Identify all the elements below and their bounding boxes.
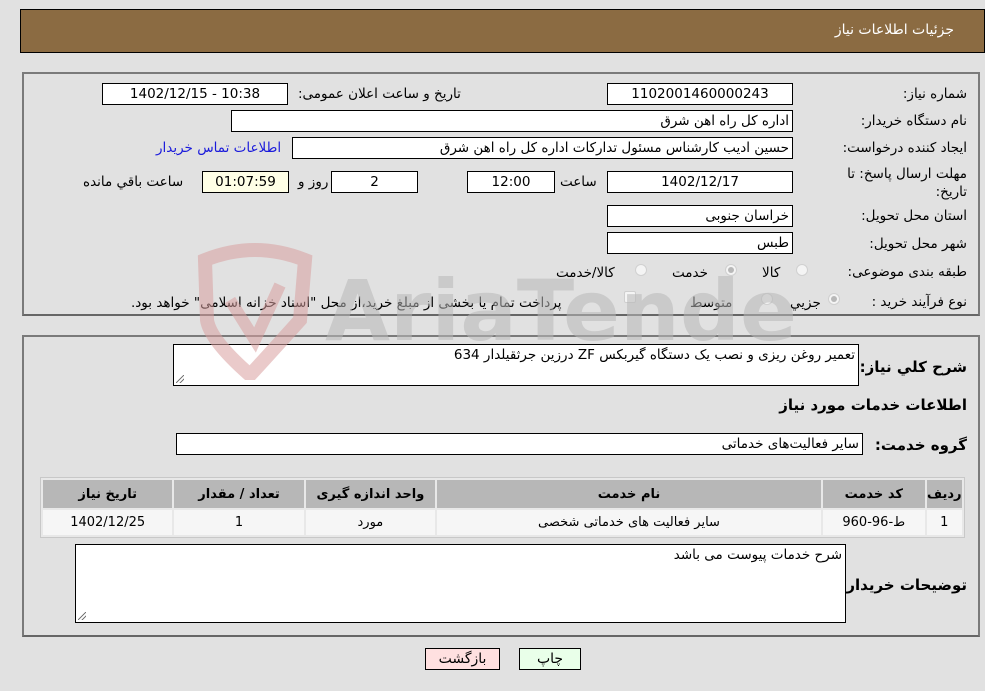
need-number-field: 1102001460000243 bbox=[607, 83, 793, 105]
need-info-panel bbox=[22, 72, 980, 316]
announce-label: تاریخ و ساعت اعلان عمومی: bbox=[298, 86, 461, 102]
col-header-service-code: کد خدمت bbox=[822, 480, 925, 508]
days-label: روز و bbox=[298, 174, 329, 190]
cell-quantity: 1 bbox=[174, 510, 304, 535]
buyer-notes-textarea[interactable]: شرح خدمات پیوست می باشد bbox=[75, 544, 846, 623]
buyer-notes-label: توضیحات خریدار: bbox=[840, 576, 967, 594]
cell-service-name: سایر فعالیت های خدماتی شخصی bbox=[437, 510, 821, 535]
time-label: ساعت bbox=[560, 174, 597, 190]
cell-unit: مورد bbox=[305, 510, 436, 535]
cell-service-code: ط-96-960 bbox=[822, 510, 925, 535]
need-number-label: شماره نیاز: bbox=[902, 86, 967, 102]
treasury-checkbox[interactable] bbox=[624, 291, 636, 303]
col-header-need-date: تاریخ نیاز bbox=[43, 480, 173, 508]
remaining-time-label: ساعت باقي مانده bbox=[83, 174, 184, 190]
city-field: طبس bbox=[607, 232, 793, 254]
deadline-time-field: 12:00 bbox=[467, 171, 555, 193]
table-header-row: ردیف کد خدمت نام خدمت واحد اندازه گیری ت… bbox=[43, 480, 962, 508]
resize-grip-icon[interactable] bbox=[176, 375, 184, 383]
page-header: جزئیات اطلاعات نیاز bbox=[20, 9, 985, 53]
category-radio-service[interactable] bbox=[725, 264, 737, 276]
col-header-quantity: تعداد / مقدار bbox=[174, 480, 304, 508]
purchase-type-radio-minor[interactable] bbox=[828, 293, 840, 305]
buyer-contact-link[interactable]: اطلاعات تماس خریدار bbox=[156, 140, 281, 156]
category-radio-goods-service[interactable] bbox=[635, 264, 647, 276]
summary-text: تعمیر روغن ریزی و نصب یک دستگاه گیربکس Z… bbox=[453, 347, 855, 363]
cell-need-date: 1402/12/25 bbox=[43, 510, 173, 535]
province-label: استان محل تحویل: bbox=[861, 208, 967, 224]
announce-datetime-field: 1402/12/15 - 10:38 bbox=[102, 83, 288, 105]
print-button[interactable]: چاپ bbox=[519, 648, 581, 670]
deadline-date-field: 1402/12/17 bbox=[607, 171, 793, 193]
table-row: 1 ط-96-960 سایر فعالیت های خدماتی شخصی م… bbox=[43, 510, 962, 535]
category-option-service: خدمت bbox=[672, 265, 708, 281]
summary-textarea[interactable]: تعمیر روغن ریزی و نصب یک دستگاه گیربکس Z… bbox=[173, 344, 859, 386]
service-group-field: سایر فعالیت‌های خدماتی bbox=[176, 433, 863, 455]
back-button[interactable]: بازگشت bbox=[425, 648, 500, 670]
category-label: طبقه بندی موضوعی: bbox=[847, 264, 967, 280]
services-heading: اطلاعات خدمات مورد نیاز bbox=[779, 396, 967, 414]
service-group-label: گروه خدمت: bbox=[874, 436, 967, 454]
page-title: جزئیات اطلاعات نیاز bbox=[834, 22, 954, 38]
col-header-row-number: ردیف bbox=[926, 480, 962, 508]
province-field: خراسان جنوبی bbox=[607, 205, 793, 227]
remaining-time-field: 01:07:59 bbox=[202, 171, 289, 193]
purchase-type-radio-medium[interactable] bbox=[761, 293, 773, 305]
purchase-type-option-medium: متوسط bbox=[690, 295, 733, 311]
category-option-goods: کالا bbox=[762, 265, 781, 281]
buyer-notes-text: شرح خدمات پیوست می باشد bbox=[673, 547, 842, 563]
buyer-org-field: اداره کل راه اهن شرق bbox=[231, 110, 793, 132]
deadline-label: مهلت ارسال پاسخ: تا bbox=[847, 166, 967, 182]
col-header-service-name: نام خدمت bbox=[437, 480, 821, 508]
treasury-note: پرداخت تمام یا بخشی از مبلغ خرید،از محل … bbox=[131, 295, 562, 311]
requester-field: حسین ادیب کارشناس مسئول تدارکات اداره کل… bbox=[292, 137, 793, 159]
category-radio-goods[interactable] bbox=[796, 264, 808, 276]
city-label: شهر محل تحویل: bbox=[869, 236, 967, 252]
purchase-type-option-minor: جزيي bbox=[790, 295, 821, 311]
resize-grip-icon[interactable] bbox=[78, 612, 86, 620]
services-table: ردیف کد خدمت نام خدمت واحد اندازه گیری ت… bbox=[40, 477, 965, 538]
summary-label: شرح کلي نياز: bbox=[859, 358, 967, 376]
days-remaining-field: 2 bbox=[331, 171, 418, 193]
buyer-org-label: نام دستگاه خریدار: bbox=[860, 113, 967, 129]
requester-label: ایجاد کننده درخواست: bbox=[842, 140, 967, 156]
category-option-goods-service: کالا/خدمت bbox=[556, 265, 615, 281]
cell-row-number: 1 bbox=[926, 510, 962, 535]
deadline-label-date: تاریخ: bbox=[935, 184, 967, 200]
col-header-unit: واحد اندازه گیری bbox=[305, 480, 436, 508]
purchase-type-label: نوع فرآیند خرید : bbox=[871, 294, 967, 310]
